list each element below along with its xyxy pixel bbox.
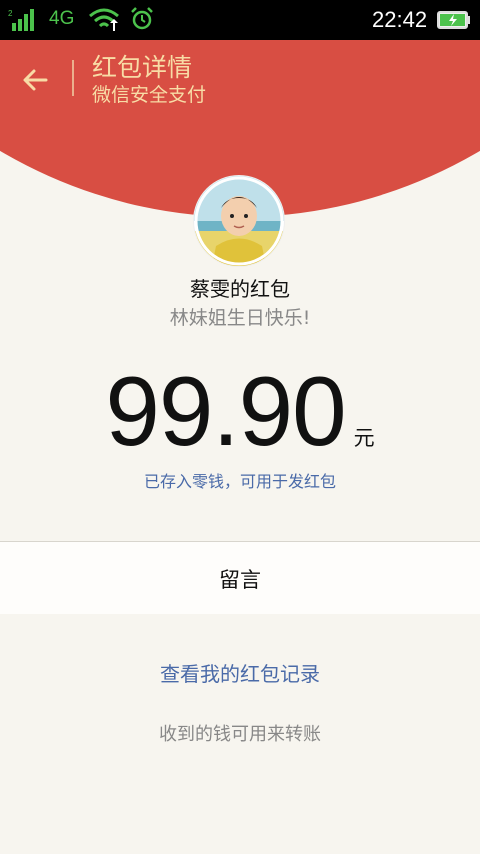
amount-unit: 元: [353, 426, 375, 450]
avatar[interactable]: [194, 176, 284, 266]
header-divider: [72, 60, 74, 96]
clock: 22:42: [372, 7, 428, 32]
saved-to-wallet-note[interactable]: 已存入零钱，可用于发红包: [0, 468, 480, 492]
battery-charging-icon: [437, 11, 470, 29]
message-title: 留言: [219, 568, 261, 592]
back-arrow-icon[interactable]: [18, 62, 54, 98]
alarm-icon: [131, 7, 153, 30]
view-records-link[interactable]: 查看我的红包记录: [0, 658, 480, 687]
sender-name: 蔡雯的红包: [190, 277, 290, 301]
wifi-icon: [89, 8, 119, 31]
greeting-message: 林妹姐生日快乐!: [169, 307, 311, 329]
message-section[interactable]: 留言: [0, 542, 480, 614]
transfer-hint: 收到的钱可用来转账: [159, 724, 321, 745]
page-title: 红包详情: [92, 53, 193, 82]
network-type: 4G: [49, 8, 75, 29]
signal-icon: 2: [8, 9, 34, 31]
amount-value: 99.90: [105, 356, 346, 466]
status-bar: 2 4G 22:42: [0, 0, 480, 40]
page-subtitle: 微信安全支付: [92, 84, 207, 106]
svg-text:2: 2: [8, 9, 13, 18]
avatar-photo: [194, 176, 284, 266]
amount-display: 99.90 元: [0, 362, 480, 460]
